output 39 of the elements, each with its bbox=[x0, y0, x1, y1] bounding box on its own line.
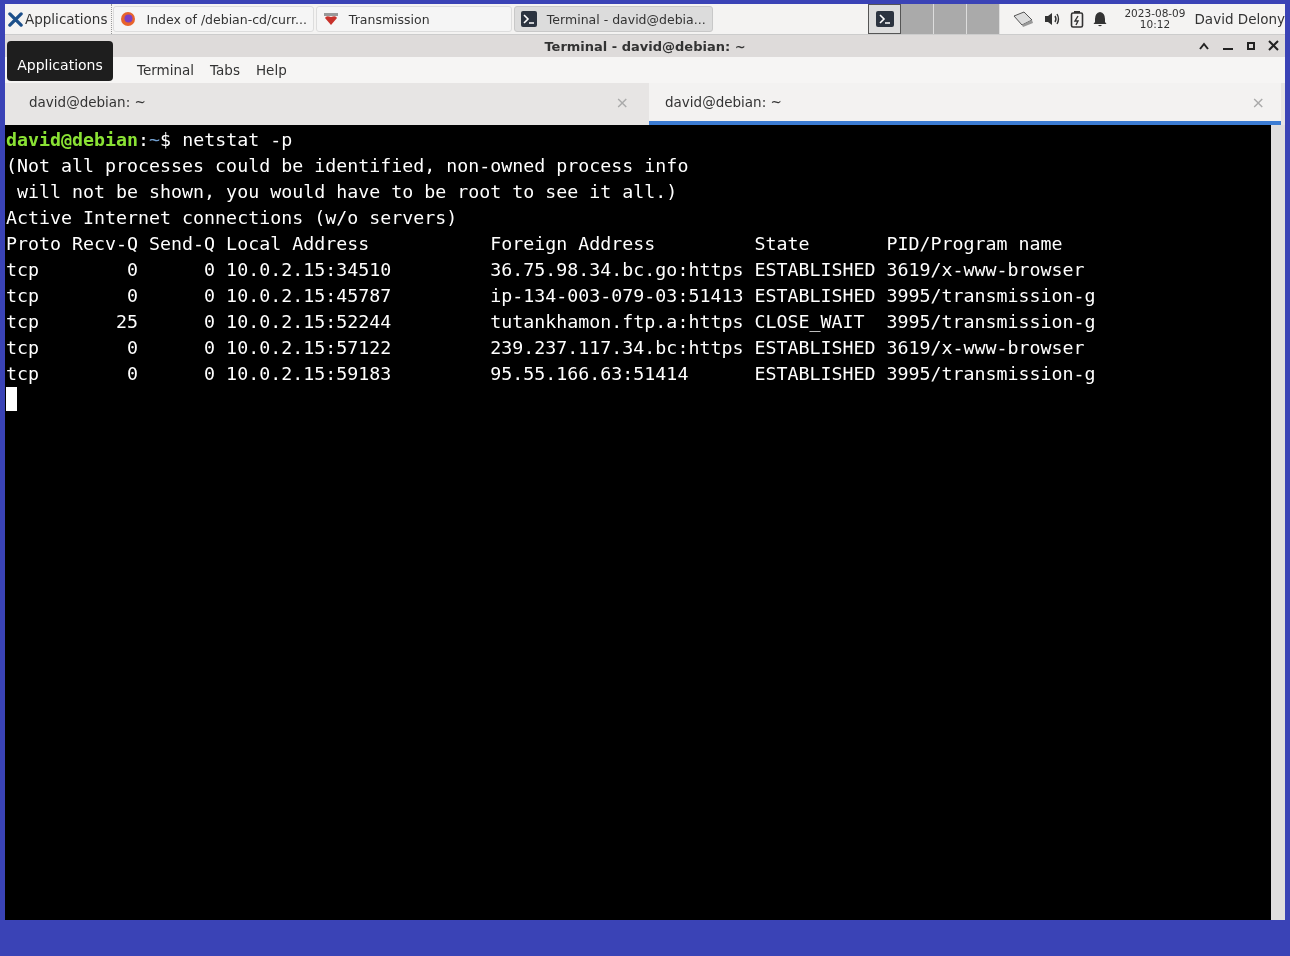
scrollbar[interactable] bbox=[1271, 125, 1285, 920]
battery-icon[interactable] bbox=[1070, 10, 1085, 28]
chevron-up-icon[interactable] bbox=[1198, 40, 1210, 51]
tooltip: Applications bbox=[7, 41, 113, 81]
user-name[interactable]: David Delony bbox=[1194, 11, 1285, 27]
output-line: (Not all processes could be identified, non-owned process info bbox=[6, 154, 690, 178]
output-line: tcp 0 0 10.0.2.15:59183 95.55.166.63:51414 ESTABLISHED 3995/transmission-g bbox=[6, 362, 1097, 386]
tab-label[interactable]: david@debian: ~ bbox=[665, 94, 782, 110]
globe-icon bbox=[120, 11, 137, 27]
taskbar-window-button[interactable]: Terminal - david@debia... bbox=[513, 6, 713, 32]
workspace-button[interactable] bbox=[868, 4, 902, 34]
output-line: will not be shown, you would have to be root to see it all.) bbox=[16, 180, 679, 204]
output-line: Proto Recv-Q Send-Q Local Address Foreign Address State PID/Program name bbox=[6, 232, 1064, 256]
maximize-icon[interactable] bbox=[1246, 40, 1256, 51]
output-line: tcp 0 0 10.0.2.15:34510 36.75.98.34.bc.go:https ESTABLISHED 3619/x-www-browser bbox=[6, 258, 1086, 282]
prompt-line: david@debian:~$ netstat -p bbox=[6, 128, 294, 152]
output-line: tcp 0 0 10.0.2.15:45787 ip-134-003-079-03:51413 ESTABLISHED 3995/transmission-g bbox=[6, 284, 1097, 308]
tab-label[interactable]: david@debian: ~ bbox=[29, 94, 146, 110]
terminal-tab[interactable]: david@debian: ~ × bbox=[5, 83, 645, 125]
terminal-tab[interactable]: david@debian: ~ × bbox=[649, 83, 1281, 125]
clock[interactable]: 2023-08-09 10:12 bbox=[1124, 8, 1186, 30]
menu-item[interactable]: Tabs bbox=[202, 62, 248, 78]
network-icon[interactable] bbox=[1012, 10, 1035, 28]
bell-icon[interactable] bbox=[1093, 11, 1108, 27]
taskbar-window-button[interactable]: Transmission bbox=[315, 6, 512, 32]
applications-menu-button[interactable]: Applications bbox=[5, 4, 113, 34]
close-icon[interactable] bbox=[1268, 40, 1279, 51]
text-cursor bbox=[6, 387, 17, 411]
taskbar-window-button[interactable]: Index of /debian-cd/curr... bbox=[113, 6, 314, 32]
x-logo-icon bbox=[8, 11, 23, 27]
volume-icon[interactable] bbox=[1043, 11, 1062, 27]
output-line: tcp 25 0 10.0.2.15:52244 tutankhamon.ftp.a:https CLOSE_WAIT 3995/transmission-g bbox=[6, 310, 1097, 334]
output-line: tcp 0 0 10.0.2.15:57122 239.237.117.34.bc:https ESTABLISHED 3619/x-www-browser bbox=[6, 336, 1086, 360]
terminal-icon bbox=[875, 11, 894, 27]
output-line: Active Internet connections (w/o servers) bbox=[6, 206, 459, 230]
menu-item[interactable]: Help bbox=[247, 62, 295, 78]
menu-item[interactable]: Terminal bbox=[129, 62, 203, 78]
terminal-icon bbox=[520, 11, 537, 27]
window-title: Terminal - david@debian: ~ bbox=[544, 38, 746, 54]
